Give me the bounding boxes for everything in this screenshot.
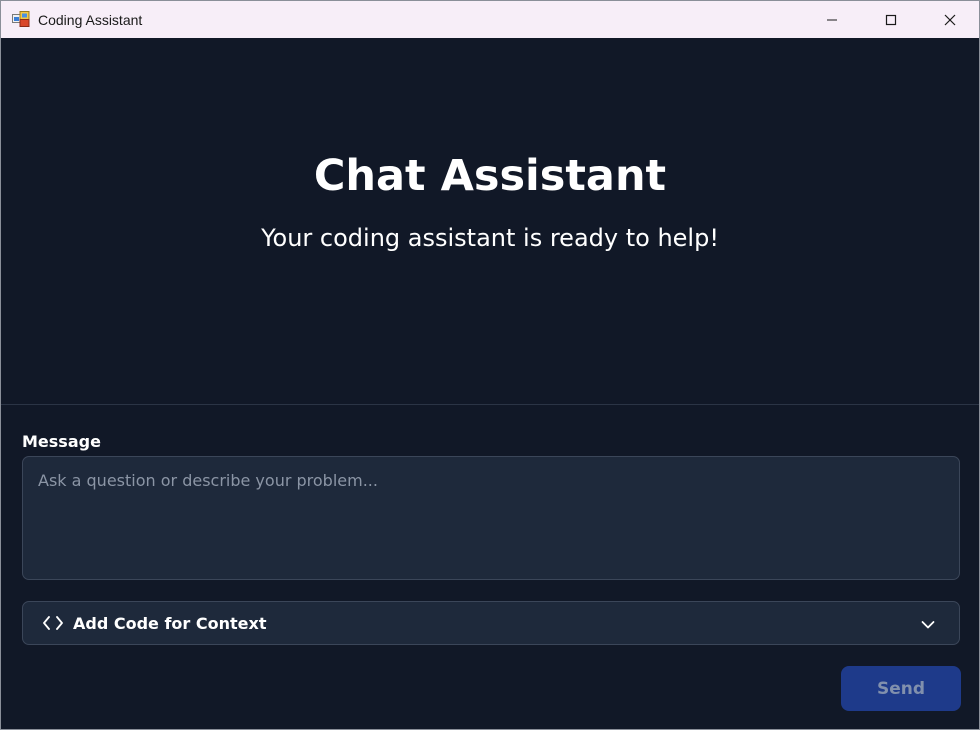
page-subtitle: Your coding assistant is ready to help! [261,224,719,252]
close-icon [944,14,956,25]
minimize-icon [827,19,837,20]
section-divider [1,404,979,405]
send-button[interactable]: Send [841,666,961,711]
window-title: Coding Assistant [38,12,143,28]
add-code-context-toggle[interactable]: Add Code for Context [22,601,960,645]
message-input[interactable] [22,456,960,580]
chevron-down-icon [921,617,935,635]
app-window: Coding Assistant Chat Assistant Your cod… [0,0,980,730]
page-title: Chat Assistant [313,151,667,201]
maximize-icon [885,14,897,25]
maximize-button[interactable] [862,1,920,38]
title-bar[interactable]: Coding Assistant [1,1,979,38]
minimize-button[interactable] [803,1,861,38]
app-window-icon [12,11,30,27]
close-button[interactable] [921,1,979,38]
message-label: Message [22,432,101,451]
add-code-context-label: Add Code for Context [73,614,267,633]
code-brackets-icon [43,615,63,636]
